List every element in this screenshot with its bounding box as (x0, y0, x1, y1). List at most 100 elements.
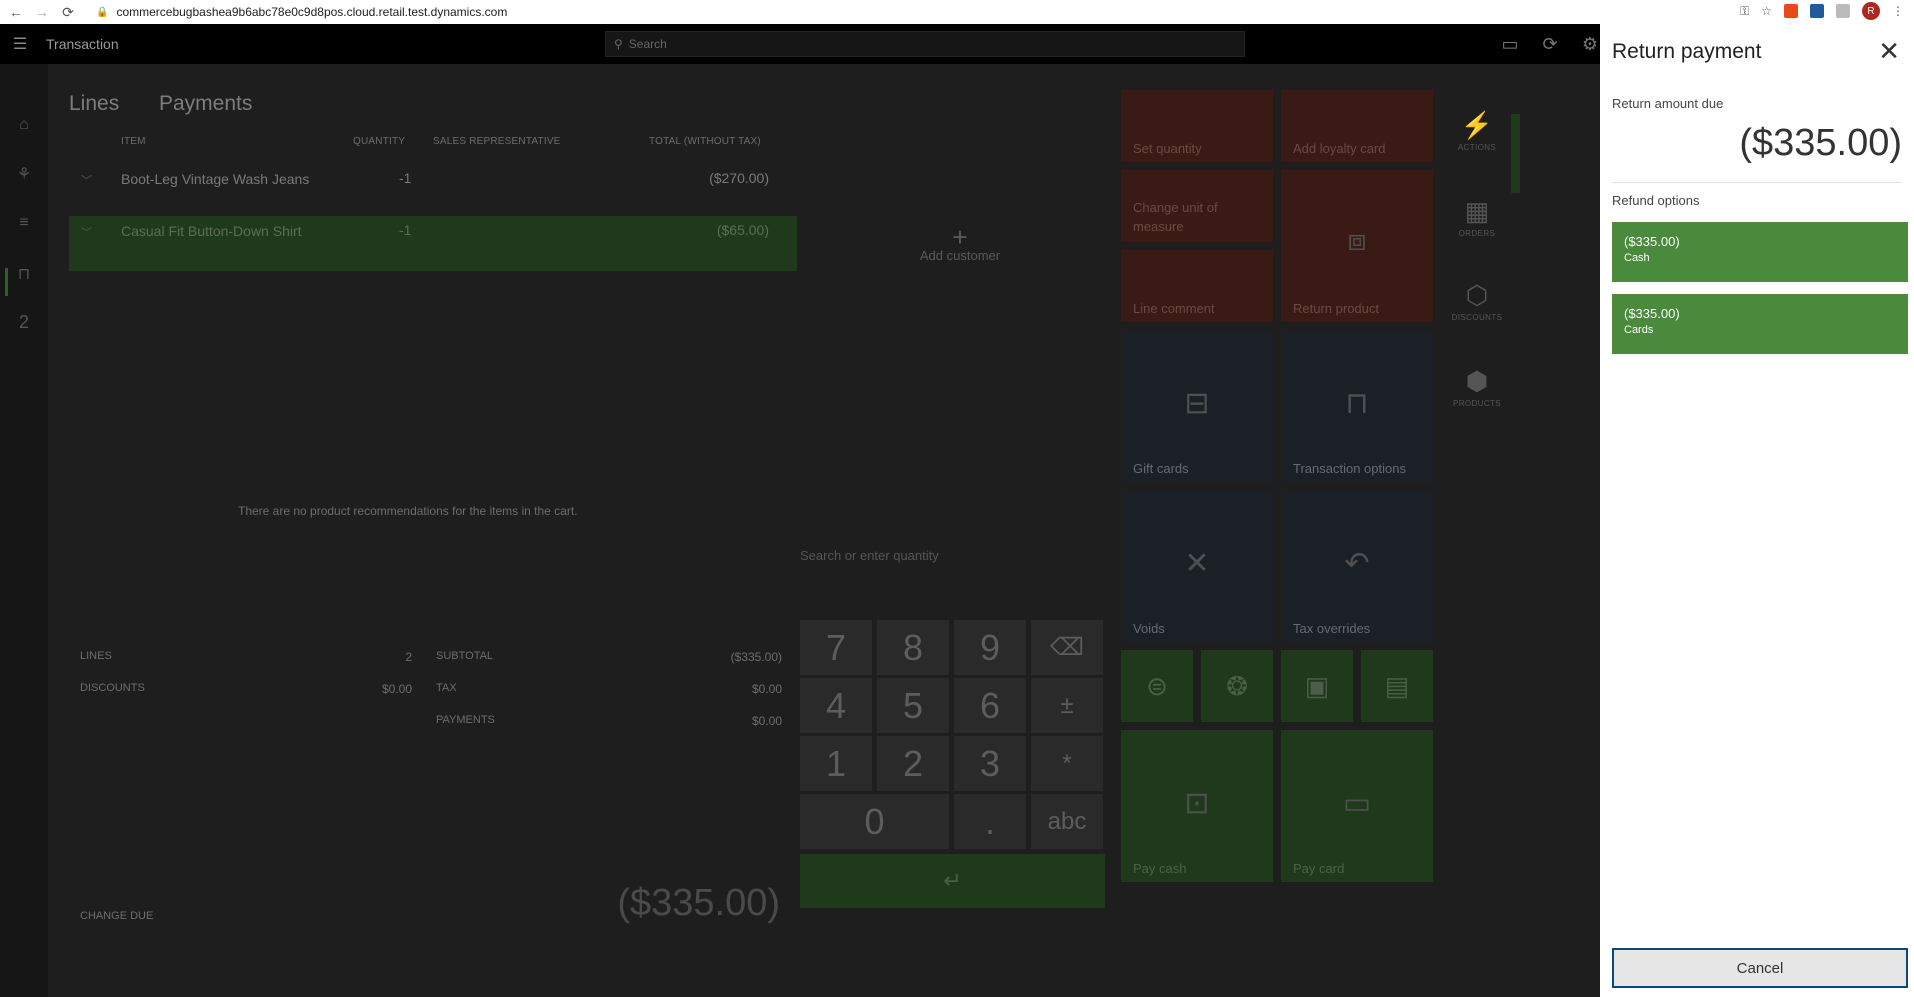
table-row[interactable]: ﹀ Boot-Leg Vintage Wash Jeans -1 ($270.0… (69, 164, 797, 219)
menu-dots-icon[interactable]: ⋮ (1892, 4, 1904, 18)
lock-icon: 🔒 (96, 6, 109, 18)
return-box-icon: ⧈ (1347, 224, 1367, 257)
orders-icon: ▦ (1464, 196, 1490, 226)
quantity-search-input[interactable]: Search or enter quantity (800, 548, 939, 563)
credit-card-icon: ▭ (1342, 787, 1372, 820)
pay-exact-button[interactable]: ⊜ (1121, 650, 1193, 722)
column-total: TOTAL (WITHOUT TAX) (649, 136, 761, 147)
numpad-key-7[interactable]: 7 (800, 620, 872, 675)
browser-actions: ⚿ ☆ R ⋮ (1740, 2, 1904, 20)
numpad-key-9[interactable]: 9 (954, 620, 1026, 675)
numpad-key-1[interactable]: 1 (800, 736, 872, 791)
hamburger-icon[interactable]: ☰ (0, 34, 40, 54)
subtotal-label: SUBTOTAL (436, 650, 494, 662)
pay-currency-button[interactable]: ❂ (1201, 650, 1273, 722)
panel-title: Return payment (1612, 40, 1762, 63)
column-item: ITEM (121, 136, 146, 147)
pay-loyalty-button[interactable]: ▤ (1361, 650, 1433, 722)
numpad-key-decimal[interactable]: . (954, 794, 1026, 849)
tax-value: $0.00 (751, 682, 782, 696)
orders-label: ORDERS (1458, 229, 1496, 238)
add-customer-button[interactable]: + Add customer (890, 224, 1030, 263)
tab-payments[interactable]: Payments (159, 92, 252, 116)
set-quantity-button[interactable]: Set quantity (1121, 90, 1273, 162)
browser-toolbar: ← → ⟳ 🔒 commercebugbashea9b6abc78e0c9d8p… (0, 0, 1914, 24)
page-title: Transaction (46, 36, 119, 52)
lines-label: LINES (80, 650, 112, 662)
forward-icon[interactable]: → (32, 4, 52, 20)
list-icon[interactable]: ≡ (0, 214, 48, 232)
numpad-key-4[interactable]: 4 (800, 678, 872, 733)
equals-circle-icon: ⊜ (1146, 670, 1168, 701)
subtotal-value: ($335.00) (730, 650, 782, 664)
address-bar[interactable]: commercebugbashea9b6abc78e0c9d8pos.cloud… (116, 5, 507, 19)
header-actions: ▭ ⟳ ⚙ (1500, 24, 1600, 64)
backspace-icon[interactable]: ⌫ (1031, 620, 1103, 675)
change-due-amount: ($335.00) (617, 882, 780, 924)
cancel-button[interactable]: Cancel (1612, 948, 1908, 988)
voids-button[interactable]: ✕ Voids (1121, 490, 1273, 642)
line-item-qty: -1 (399, 170, 412, 186)
numpad-key-multiply[interactable]: * (1031, 736, 1103, 791)
numpad-key-0[interactable]: 0 (800, 794, 949, 849)
pay-customer-account-button[interactable]: ▣ (1281, 650, 1353, 722)
refund-method: Cards (1624, 324, 1654, 336)
tax-overrides-button[interactable]: ↶ Tax overrides (1281, 490, 1433, 642)
change-due-label: CHANGE DUE (80, 910, 154, 922)
reload-icon[interactable]: ⟳ (58, 4, 78, 21)
refund-cards-button[interactable]: ($335.00) Cards (1612, 294, 1908, 354)
enter-button[interactable]: ↵ (800, 854, 1105, 908)
profile-avatar[interactable]: R (1862, 2, 1880, 20)
close-icon[interactable]: ✕ (1878, 38, 1900, 64)
discounts-value: $0.00 (381, 682, 412, 696)
cart-icon[interactable]: ⊓ (0, 264, 48, 284)
column-sales-rep: SALES REPRESENTATIVE (433, 136, 561, 147)
return-payment-panel: Return payment ✕ Return amount due ($335… (1600, 24, 1914, 997)
pay-cash-button[interactable]: ⊡ Pay cash (1121, 730, 1273, 882)
key-icon[interactable]: ⚿ (1740, 4, 1749, 19)
products-button[interactable]: ⬢ PRODUCTS (1447, 366, 1507, 408)
gift-cards-button[interactable]: ⊟ Gift cards (1121, 330, 1273, 482)
chevron-down-icon[interactable]: ﹀ (81, 224, 92, 240)
rail-count[interactable]: 2 (0, 312, 48, 333)
extension-icon-2[interactable] (1836, 4, 1850, 18)
close-icon: ✕ (1184, 547, 1210, 580)
numpad-key-abc[interactable]: abc (1031, 794, 1103, 849)
numpad-key-6[interactable]: 6 (954, 678, 1026, 733)
pay-card-label: Pay card (1293, 861, 1345, 876)
return-product-button[interactable]: ⧈ Return product (1281, 170, 1433, 322)
chat-icon[interactable]: ▭ (1500, 34, 1520, 55)
table-row-selected[interactable]: ﹀ Casual Fit Button-Down Shirt -1 ($65.0… (69, 216, 797, 271)
gear-icon[interactable]: ⚙ (1580, 34, 1600, 55)
numpad-key-plus-minus[interactable]: ± (1031, 678, 1103, 733)
search-input[interactable]: ⚲ Search (605, 31, 1245, 57)
chevron-down-icon[interactable]: ﹀ (81, 172, 92, 188)
pay-card-button[interactable]: ▭ Pay card (1281, 730, 1433, 882)
gift-cards-label: Gift cards (1133, 461, 1189, 476)
line-comment-button[interactable]: Line comment (1121, 250, 1273, 322)
return-amount-due-value: ($335.00) (1739, 122, 1902, 164)
numpad-key-5[interactable]: 5 (877, 678, 949, 733)
line-item-total: ($270.00) (709, 170, 769, 186)
extension-icon[interactable] (1810, 4, 1824, 18)
numpad-key-2[interactable]: 2 (877, 736, 949, 791)
transaction-options-button[interactable]: ⊓ Transaction options (1281, 330, 1433, 482)
office-extension-icon[interactable] (1784, 4, 1798, 18)
home-icon[interactable]: ⌂ (0, 116, 48, 134)
change-unit-button[interactable]: Change unit of measure (1121, 170, 1273, 242)
actions-button[interactable]: ⚡ ACTIONS (1447, 110, 1507, 152)
add-loyalty-card-button[interactable]: Add loyalty card (1281, 90, 1433, 162)
numpad-key-3[interactable]: 3 (954, 736, 1026, 791)
star-icon[interactable]: ☆ (1761, 4, 1772, 18)
undo-icon: ↶ (1344, 547, 1370, 580)
orders-button[interactable]: ▦ ORDERS (1447, 196, 1507, 238)
refund-cash-button[interactable]: ($335.00) Cash (1612, 222, 1908, 282)
discounts-button[interactable]: ⬡ DISCOUNTS (1447, 280, 1507, 322)
sync-icon[interactable]: ⟳ (1540, 34, 1560, 55)
change-unit-label: Change unit of measure (1133, 200, 1218, 234)
tab-lines[interactable]: Lines (69, 92, 119, 116)
line-item-qty: -1 (399, 222, 412, 238)
back-icon[interactable]: ← (6, 4, 26, 20)
numpad-key-8[interactable]: 8 (877, 620, 949, 675)
products-icon[interactable]: ⚘ (0, 164, 48, 184)
